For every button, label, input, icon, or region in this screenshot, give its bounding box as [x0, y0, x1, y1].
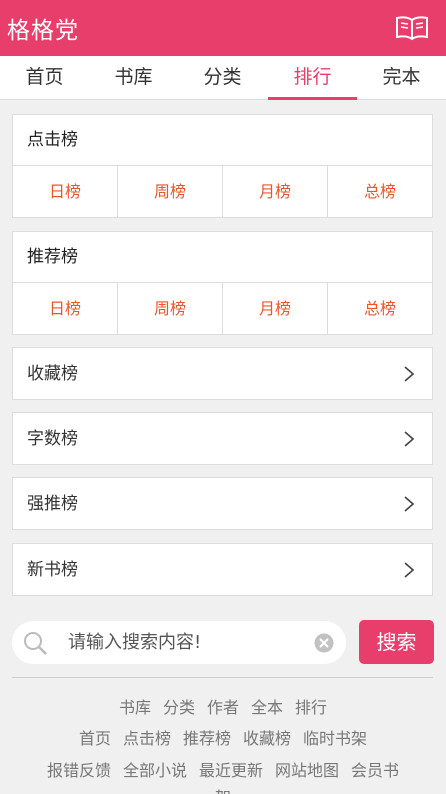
ranking-row-label: 强推榜: [27, 494, 78, 514]
click-ranking-daily[interactable]: 日榜: [13, 166, 118, 217]
recommend-ranking-daily[interactable]: 日榜: [13, 283, 118, 334]
site-title[interactable]: 格格党: [7, 11, 79, 45]
footer-link[interactable]: 点击榜: [123, 729, 171, 748]
footer-link[interactable]: 最近更新: [199, 761, 263, 780]
top-bar: 格格党: [0, 0, 446, 56]
ranking-row-word-count[interactable]: 字数榜: [12, 412, 433, 465]
ranking-row-label: 收藏榜: [27, 364, 78, 384]
nav-tabs: 首页 书库 分类 排行 完本: [0, 56, 446, 100]
footer-link[interactable]: 收藏榜: [243, 729, 291, 748]
tab-home[interactable]: 首页: [0, 56, 89, 100]
recommend-ranking-card: 推荐榜 日榜 周榜 月榜 总榜: [12, 231, 433, 335]
footer-links-2: 首页 点击榜 推荐榜 收藏榜 临时书架: [0, 725, 446, 749]
footer-link[interactable]: 网站地图: [275, 761, 339, 780]
chevron-right-icon: [404, 562, 414, 578]
footer-link[interactable]: 排行: [295, 698, 327, 717]
recommend-ranking-monthly[interactable]: 月榜: [223, 283, 328, 334]
recommend-ranking-weekly[interactable]: 周榜: [118, 283, 223, 334]
clear-icon[interactable]: [314, 633, 334, 653]
footer-link[interactable]: 临时书架: [303, 729, 367, 748]
footer-link[interactable]: 书库: [119, 698, 151, 717]
chevron-right-icon: [404, 431, 414, 447]
click-ranking-title: 点击榜: [13, 115, 432, 166]
ranking-row-strong-recommend[interactable]: 强推榜: [12, 477, 433, 530]
footer-link[interactable]: 全部小说: [123, 761, 187, 780]
footer-link[interactable]: 分类: [163, 698, 195, 717]
tab-category[interactable]: 分类: [178, 56, 267, 100]
click-ranking-card: 点击榜 日榜 周榜 月榜 总榜: [12, 114, 433, 218]
ranking-row-label: 新书榜: [27, 560, 78, 580]
footer-link[interactable]: 全本: [251, 698, 283, 717]
search-button[interactable]: 搜索: [359, 620, 434, 664]
tab-ranking[interactable]: 排行: [268, 56, 357, 100]
footer-links-4: 架: [0, 784, 446, 794]
footer-link[interactable]: 作者: [207, 698, 239, 717]
ranking-row-label: 字数榜: [27, 429, 78, 449]
search-placeholder: 请输入搜索内容!: [68, 632, 202, 653]
footer-link[interactable]: 架: [215, 788, 231, 794]
click-ranking-weekly[interactable]: 周榜: [118, 166, 223, 217]
footer-link[interactable]: 推荐榜: [183, 729, 231, 748]
footer-link[interactable]: 会员书: [351, 761, 399, 780]
footer-link[interactable]: 首页: [79, 729, 111, 748]
footer-links-3: 报错反馈 全部小说 最近更新 网站地图 会员书: [0, 757, 446, 781]
footer-divider: [12, 677, 433, 678]
tab-library[interactable]: 书库: [89, 56, 178, 100]
search-icon: [24, 632, 47, 655]
footer-link[interactable]: 报错反馈: [47, 761, 111, 780]
tab-completed[interactable]: 完本: [357, 56, 446, 100]
ranking-row-favorites[interactable]: 收藏榜: [12, 347, 433, 400]
active-tab-indicator: [268, 97, 357, 100]
click-ranking-monthly[interactable]: 月榜: [223, 166, 328, 217]
search-input[interactable]: 请输入搜索内容!: [12, 621, 346, 664]
ranking-row-new-books[interactable]: 新书榜: [12, 543, 433, 596]
recommend-ranking-title: 推荐榜: [13, 232, 432, 283]
open-book-icon[interactable]: [395, 15, 429, 41]
chevron-right-icon: [404, 496, 414, 512]
chevron-right-icon: [404, 366, 414, 382]
footer-links-1: 书库 分类 作者 全本 排行: [0, 694, 446, 718]
click-ranking-total[interactable]: 总榜: [328, 166, 432, 217]
recommend-ranking-total[interactable]: 总榜: [328, 283, 432, 334]
